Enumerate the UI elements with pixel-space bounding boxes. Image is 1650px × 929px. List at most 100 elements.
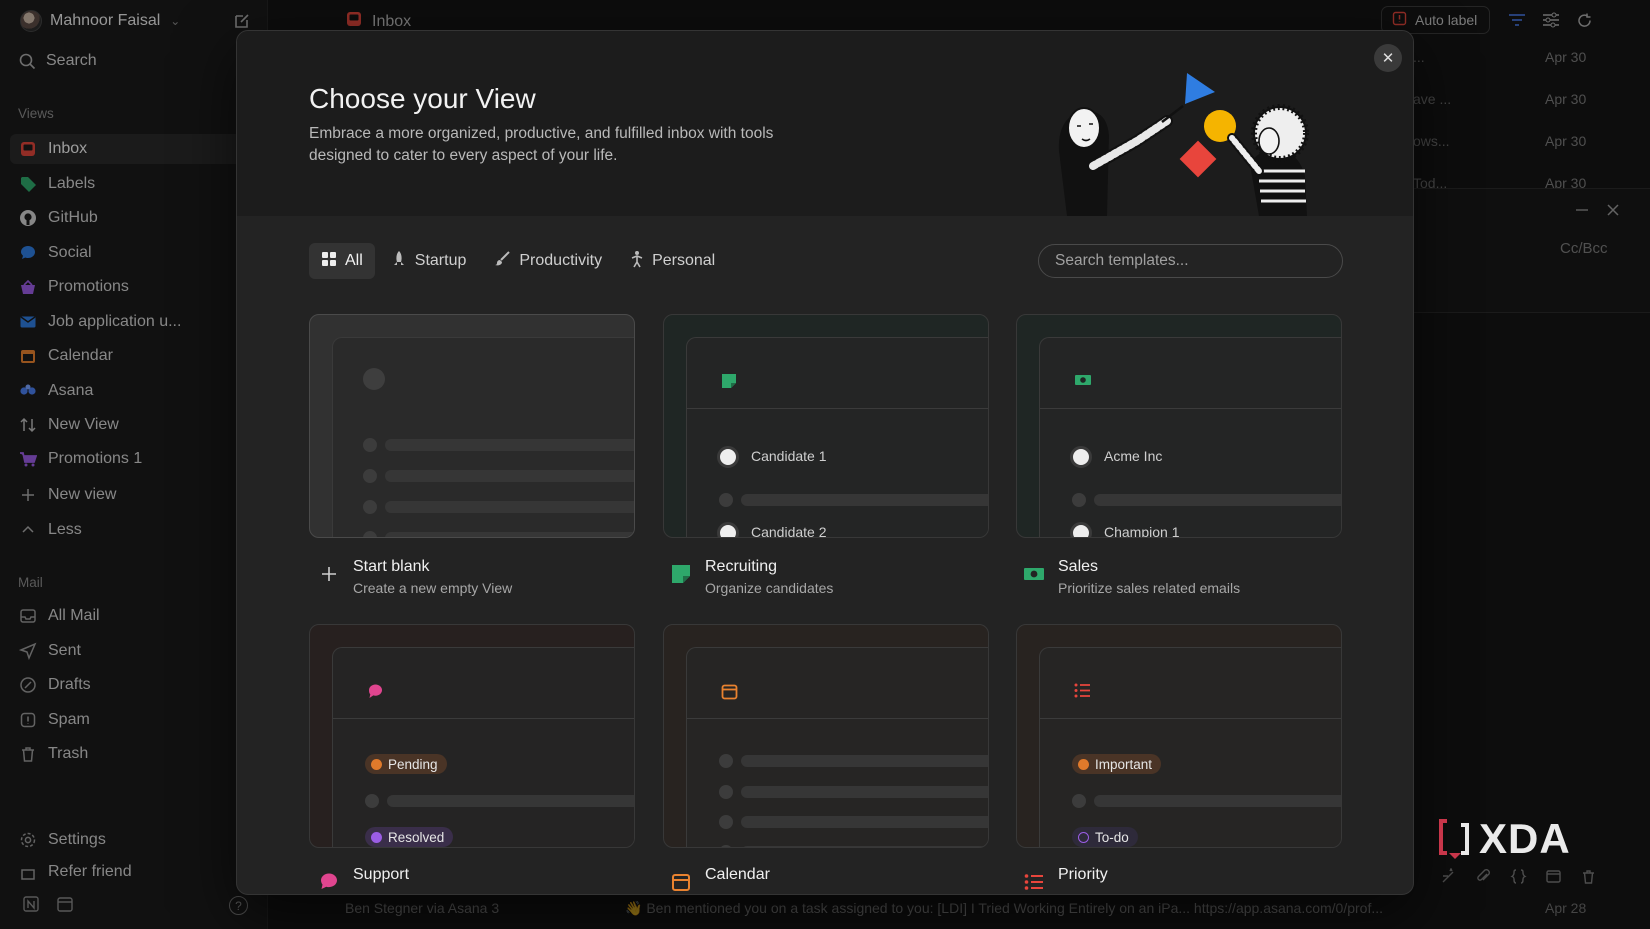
note-icon bbox=[721, 373, 737, 394]
modal-description: Embrace a more organized, productive, an… bbox=[309, 125, 774, 164]
preview-dot bbox=[363, 469, 377, 483]
preview-dot bbox=[719, 845, 733, 847]
template-caption-priority[interactable]: Priority bbox=[1022, 866, 1108, 894]
preview-bar bbox=[741, 816, 988, 828]
preview-dot bbox=[719, 785, 733, 799]
card-preview bbox=[686, 647, 988, 847]
money-icon bbox=[1022, 562, 1046, 586]
template-card-sales[interactable]: Acme Inc Champion 1 bbox=[1016, 314, 1342, 538]
tab-label: Startup bbox=[414, 252, 467, 269]
xda-text: XDA bbox=[1479, 815, 1571, 862]
status-badge-important: Important bbox=[1072, 754, 1162, 774]
preview-dot bbox=[719, 754, 733, 768]
preview-row-label: Champion 1 bbox=[1104, 524, 1180, 538]
template-caption-calendar[interactable]: Calendar bbox=[669, 866, 770, 894]
template-search-input[interactable] bbox=[1038, 244, 1343, 278]
avatar bbox=[717, 446, 739, 468]
preview-bar bbox=[385, 501, 634, 513]
avatar bbox=[1070, 522, 1092, 537]
preview-bar bbox=[741, 755, 988, 767]
card-preview: Candidate 1 Candidate 2 bbox=[686, 337, 988, 538]
template-subtitle: Organize candidates bbox=[705, 580, 834, 596]
template-card-calendar[interactable] bbox=[663, 624, 989, 848]
template-caption-support[interactable]: Support bbox=[317, 866, 409, 894]
template-subtitle: Create a new empty View bbox=[353, 580, 513, 596]
preview-bar bbox=[1094, 494, 1341, 506]
template-title: Priority bbox=[1058, 866, 1108, 883]
status-badge-todo: To-do bbox=[1072, 827, 1138, 847]
preview-bar bbox=[741, 494, 988, 506]
brush-icon bbox=[494, 250, 511, 272]
status-dot bbox=[371, 831, 382, 843]
card-preview: Important To-do bbox=[1039, 647, 1341, 847]
calendar-icon bbox=[721, 683, 738, 705]
divider bbox=[687, 718, 988, 719]
template-card-recruiting[interactable]: Candidate 1 Candidate 2 bbox=[663, 314, 989, 538]
modal-header: Choose your View Embrace a more organize… bbox=[237, 31, 1413, 216]
template-subtitle: Prioritize sales related emails bbox=[1058, 580, 1241, 596]
preview-dot bbox=[719, 493, 733, 507]
card-preview: Acme Inc Champion 1 bbox=[1039, 337, 1341, 538]
divider bbox=[687, 408, 988, 409]
template-title: Calendar bbox=[705, 866, 770, 883]
tab-label: All bbox=[345, 252, 363, 269]
template-title: Start blank bbox=[353, 558, 430, 575]
xda-logo-icon bbox=[1439, 819, 1469, 859]
status-badge-resolved: Resolved bbox=[365, 827, 454, 847]
pill-label: Important bbox=[1095, 756, 1153, 772]
preview-dot bbox=[363, 531, 377, 537]
tab-personal[interactable]: Personal bbox=[618, 243, 727, 279]
divider bbox=[1040, 408, 1341, 409]
list-icon bbox=[1074, 683, 1091, 703]
preview-bar bbox=[741, 786, 988, 798]
template-card-start-blank[interactable] bbox=[309, 314, 635, 538]
card-preview: Pending Resolved bbox=[332, 647, 634, 847]
pill-label: To-do bbox=[1095, 829, 1129, 845]
speech-bubble-icon bbox=[317, 870, 341, 894]
template-caption-start-blank[interactable]: Start blank Create a new empty View bbox=[317, 558, 512, 596]
preview-bar bbox=[385, 470, 634, 482]
preview-bar bbox=[385, 532, 634, 537]
people-illustration bbox=[1058, 73, 1309, 216]
plus-icon bbox=[317, 562, 341, 586]
preview-dot bbox=[363, 500, 377, 514]
close-modal-button[interactable]: ✕ bbox=[1374, 44, 1402, 72]
tab-label: Productivity bbox=[519, 252, 603, 269]
person-icon bbox=[630, 250, 644, 273]
calendar-icon bbox=[669, 870, 693, 894]
template-title: Recruiting bbox=[705, 558, 778, 575]
template-card-priority[interactable]: Important To-do bbox=[1016, 624, 1342, 848]
card-preview bbox=[332, 337, 634, 537]
preview-dot bbox=[363, 438, 377, 452]
preview-bar bbox=[385, 439, 634, 451]
divider bbox=[333, 718, 634, 719]
app-window: Mahnoor Faisal ⌄ Search Views Inbox 99 L… bbox=[0, 0, 1650, 929]
preview-bar bbox=[741, 846, 988, 847]
status-dot bbox=[1078, 758, 1089, 770]
template-title: Support bbox=[353, 866, 410, 883]
tab-all[interactable]: All bbox=[309, 243, 375, 279]
pill-label: Pending bbox=[388, 756, 438, 772]
preview-dot bbox=[363, 368, 385, 390]
preview-dot bbox=[365, 794, 379, 808]
template-caption-sales[interactable]: Sales Prioritize sales related emails bbox=[1022, 558, 1240, 596]
tab-startup[interactable]: Startup bbox=[379, 243, 479, 279]
tab-productivity[interactable]: Productivity bbox=[482, 243, 614, 279]
preview-dot bbox=[1072, 794, 1086, 808]
preview-bar bbox=[387, 795, 634, 807]
money-icon bbox=[1074, 373, 1092, 392]
modal-title: Choose your View bbox=[309, 83, 536, 114]
template-caption-recruiting[interactable]: Recruiting Organize candidates bbox=[669, 558, 833, 596]
note-icon bbox=[669, 562, 693, 586]
status-badge-pending: Pending bbox=[365, 754, 447, 774]
preview-bar bbox=[1094, 795, 1341, 807]
avatar bbox=[1070, 446, 1092, 468]
category-tabs: All Startup Productivity Personal bbox=[309, 243, 727, 279]
preview-row-label: Candidate 2 bbox=[751, 524, 827, 538]
grid-icon bbox=[321, 251, 337, 272]
preview-row-label: Candidate 1 bbox=[751, 448, 827, 464]
avatar bbox=[717, 522, 739, 537]
template-card-support[interactable]: Pending Resolved bbox=[309, 624, 635, 848]
template-title: Sales bbox=[1058, 558, 1099, 575]
preview-row-label: Acme Inc bbox=[1104, 448, 1163, 464]
